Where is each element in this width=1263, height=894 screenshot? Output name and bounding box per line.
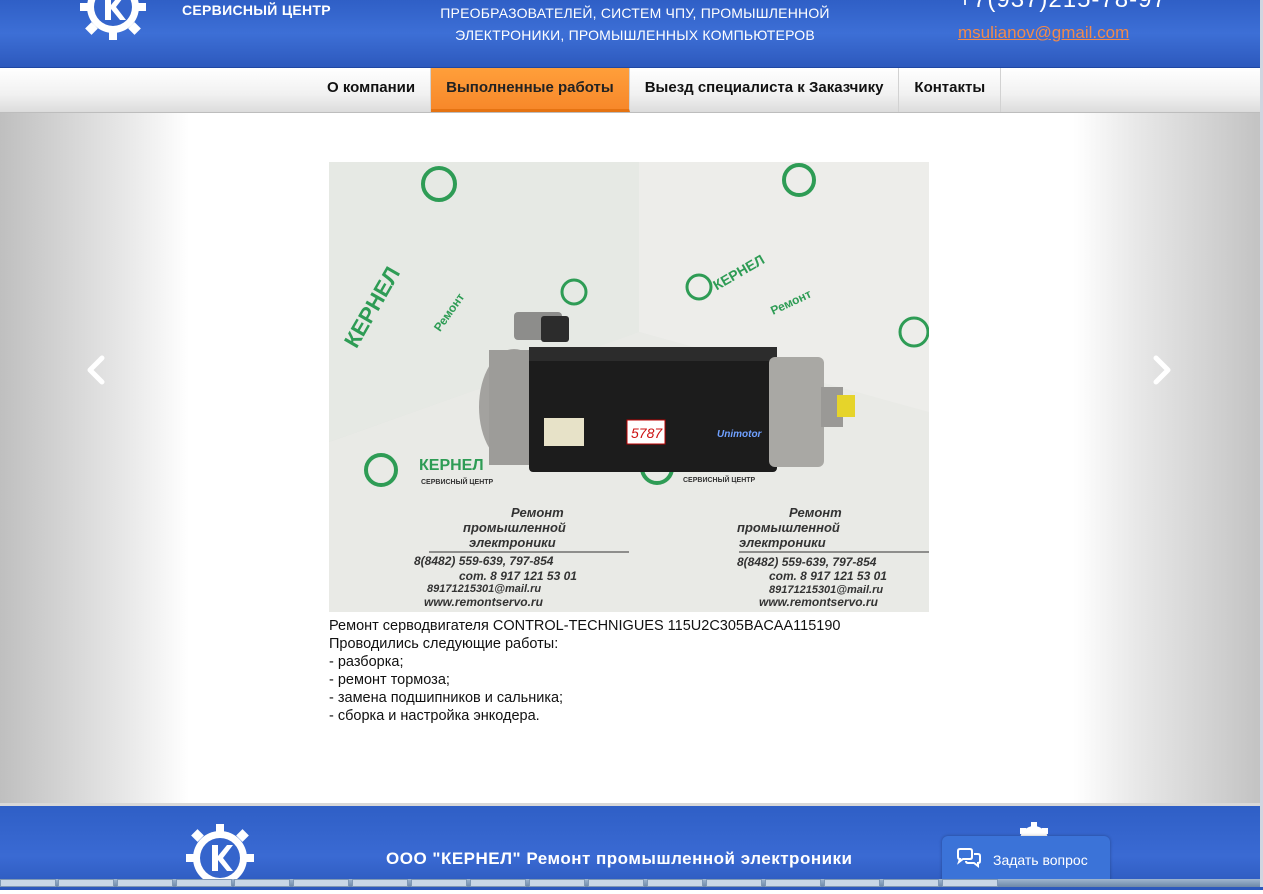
taskbar-button[interactable] [117,879,173,887]
gear-logo-icon[interactable] [78,0,148,42]
work-intro: Проводились следующие работы: [329,636,559,652]
watermark-mobile-right: сот. 8 917 121 53 01 [769,569,887,583]
chevron-left-icon[interactable] [84,355,108,385]
nav-item-about[interactable]: О компании [312,68,432,112]
work-step: - сборка и настройка энкодера. [329,708,540,724]
taskbar-button[interactable] [765,879,821,887]
nav-item-specialist-visit[interactable]: Выезд специалиста к Заказчику [630,68,900,112]
work-step: - разборка; [329,654,404,670]
work-step: - замена подшипников и сальника; [329,690,564,706]
ask-question-label: Задать вопрос [993,852,1088,868]
watermark-line3-left: электроники [469,535,556,550]
work-photo: КЕРНЕЛ Ремонт КЕРНЕЛ Ремонт КЕРНЕЛ КЕРНЕ… [329,162,929,612]
nav-item-completed-works[interactable]: Выполненные работы [431,68,630,112]
watermark-line2-left: промышленной [463,520,566,535]
watermark-phones-left: 8(8482) 559-639, 797-854 [414,554,554,568]
taskbar-button[interactable] [942,879,998,887]
watermark-brand-bottom-left: КЕРНЕЛ [419,457,484,474]
watermark-line1-left: Ремонт [511,505,564,520]
header-email-link[interactable]: msulianov@gmail.com [958,23,1129,43]
nav-item-contacts[interactable]: Контакты [899,68,1002,112]
taskbar-button[interactable] [706,879,762,887]
site-footer: ООО "КЕРНЕЛ" Ремонт промышленной электро… [0,803,1263,890]
watermark-sub-left: СЕРВИСНЫЙ ЦЕНТР [421,477,494,486]
motor-tag-number: 5787 [631,425,663,441]
taskbar-button[interactable] [58,879,114,887]
watermark-line2-right: промышленной [737,520,840,535]
chevron-right-icon[interactable] [1150,355,1174,385]
taskbar-button[interactable] [293,879,349,887]
watermark-mail-left: 89171215301@mail.ru [427,583,541,595]
taskbar-button[interactable] [411,879,467,887]
watermark-line3-right: электроники [739,535,826,550]
work-description: Ремонт серводвигателя CONTROL-TECHNIGUES… [329,617,929,725]
taskbar-button[interactable] [470,879,526,887]
brand-subtitle: СЕРВИСНЫЙ ЦЕНТР [182,2,331,18]
site-header: СЕРВИСНЫЙ ЦЕНТР ПРЕОБРАЗОВАТЕЛЕЙ, СИСТЕМ… [0,0,1263,69]
watermark-site-left: www.remontservo.ru [424,595,544,609]
taskbar-button[interactable] [883,879,939,887]
header-phone[interactable]: +7(937)215-78-97 [958,0,1167,14]
watermark-sub-right: СЕРВИСНЫЙ ЦЕНТР [683,475,756,484]
servo-motor-image: КЕРНЕЛ Ремонт КЕРНЕЛ Ремонт КЕРНЕЛ КЕРНЕ… [329,162,929,612]
watermark-line1-right: Ремонт [789,505,842,520]
taskbar-button[interactable] [529,879,585,887]
header-tagline: ПРЕОБРАЗОВАТЕЛЕЙ, СИСТЕМ ЧПУ, ПРОМЫШЛЕНН… [400,2,870,46]
tagline-line-1: ПРЕОБРАЗОВАТЕЛЕЙ, СИСТЕМ ЧПУ, ПРОМЫШЛЕНН… [440,5,830,21]
taskbar-button[interactable] [352,879,408,887]
nav-items: О компании Выполненные работы Выезд спец… [312,68,1002,112]
ask-question-button[interactable]: Задать вопрос [942,836,1110,884]
watermark-site-right: www.remontservo.ru [759,595,879,609]
motor-brand-label: Unimotor [717,429,763,440]
chat-bubbles-icon [957,848,981,868]
footer-company-name: ООО "КЕРНЕЛ" Ремонт промышленной электро… [386,849,853,868]
work-step: - ремонт тормоза; [329,672,450,688]
work-title: Ремонт серводвигателя CONTROL-TECHNIGUES… [329,618,841,634]
taskbar-button[interactable] [588,879,644,887]
watermark-phones-right: 8(8482) 559-639, 797-854 [737,555,877,569]
taskbar-button[interactable] [824,879,880,887]
taskbar-button[interactable] [0,879,56,887]
taskbar-button[interactable] [647,879,703,887]
taskbar-button[interactable] [176,879,232,887]
main-content: КЕРНЕЛ Ремонт КЕРНЕЛ Ремонт КЕРНЕЛ КЕРНЕ… [0,113,1263,803]
taskbar-button[interactable] [234,879,290,887]
watermark-mobile-left: сот. 8 917 121 53 01 [459,569,577,583]
main-nav: О компании Выполненные работы Выезд спец… [0,68,1263,113]
tagline-line-2: ЭЛЕКТРОНИКИ, ПРОМЫШЛЕННЫХ КОМПЬЮТЕРОВ [455,27,815,43]
